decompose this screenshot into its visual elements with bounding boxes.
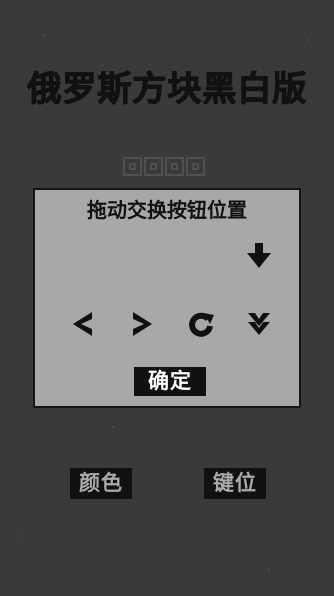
logo-square [123, 157, 142, 176]
game-screen: 俄罗斯方块黑白版 拖动交换按钮位置 确定 颜色 键位 [0, 0, 334, 596]
background-dot [307, 39, 309, 41]
right-chevron-icon [133, 312, 152, 336]
dialog-title: 拖动交换按钮位置 [87, 198, 247, 222]
background-dot [18, 535, 20, 537]
right-move-button[interactable] [128, 309, 156, 339]
soft-drop-button[interactable] [244, 309, 274, 339]
color-button[interactable]: 颜色 [70, 468, 132, 499]
logo-squares [123, 157, 213, 177]
rotate-button[interactable] [186, 309, 216, 339]
app-title: 俄罗斯方块黑白版 [27, 69, 307, 109]
logo-square [165, 157, 184, 176]
logo-square [144, 157, 163, 176]
confirm-button[interactable]: 确定 [134, 367, 206, 396]
down-arrow-button[interactable] [245, 241, 273, 271]
logo-square [186, 157, 205, 176]
rotate-icon [189, 312, 214, 337]
down-arrow-icon [247, 243, 271, 268]
button-layout-dialog: 拖动交换按钮位置 确定 [33, 188, 301, 408]
background-dot [268, 569, 270, 571]
background-dot [43, 34, 45, 36]
background-dot [112, 426, 114, 428]
left-move-button[interactable] [69, 309, 97, 339]
keys-button[interactable]: 键位 [204, 468, 266, 499]
double-chevron-down-icon [248, 313, 270, 335]
left-chevron-icon [73, 312, 92, 336]
